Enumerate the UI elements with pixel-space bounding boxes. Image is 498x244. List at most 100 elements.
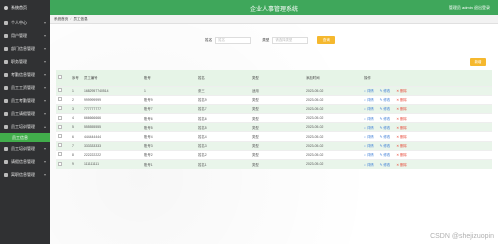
sidebar-item-positions[interactable]: 职务管理 ▾ [0, 55, 50, 68]
row-select [56, 158, 70, 169]
cell-type: 类型 [250, 122, 304, 132]
table-row: 6 444444444 账号4 姓名4 类型 2023-05-02 ⌕ 详情 ✎ 修改 ✕ 删除 [56, 131, 492, 142]
row-checkbox[interactable] [58, 97, 62, 102]
cell-date: 2023-05-02 [304, 149, 362, 160]
edit-button[interactable]: ✎ 修改 [380, 153, 394, 157]
edit-button[interactable]: ✎ 修改 [380, 144, 394, 148]
edit-button[interactable]: ✎ 修改 [380, 126, 394, 130]
cell-type: 类型 [250, 113, 304, 123]
cell-emp-id: 1682957740514 [82, 85, 142, 96]
row-checkbox[interactable] [58, 88, 62, 93]
view-button[interactable]: ⌕ 详情 [364, 135, 377, 139]
sidebar-subitem-employee-info[interactable]: 员工信息 [0, 133, 50, 142]
view-button[interactable]: ⌕ 详情 [364, 98, 377, 102]
sidebar-item-training[interactable]: 员工培训管理 ▾ [0, 142, 50, 155]
sidebar-item-label: 请假信息管理 [11, 158, 35, 164]
table-row: 1 1682957740514 1 张三 适用 2023-05-02 ⌕ 详情 ✎ 修改 ✕ 删… [56, 85, 492, 96]
cell-date: 2023-05-02 [304, 140, 362, 151]
delete-button[interactable]: ✕ 删除 [396, 144, 410, 148]
id-card-icon [4, 124, 8, 129]
cell-name: 张三 [196, 85, 250, 96]
sidebar-item-departments[interactable]: 部门信息管理 ▾ [0, 42, 50, 55]
document-icon [4, 159, 8, 164]
sidebar-home[interactable]: 系统首页 [0, 0, 50, 16]
edit-button[interactable]: ✎ 修改 [380, 107, 394, 111]
view-button[interactable]: ⌕ 详情 [364, 144, 377, 148]
cell-name: 姓名6 [196, 113, 250, 123]
cell-type: 类型 [250, 158, 304, 169]
row-checkbox[interactable] [58, 161, 62, 166]
chevron-down-icon: ▾ [43, 98, 46, 103]
cell-account: 账号6 [142, 113, 196, 123]
row-checkbox[interactable] [58, 134, 62, 139]
view-button[interactable]: ⌕ 详情 [364, 89, 377, 93]
calendar-icon [4, 98, 8, 103]
view-button[interactable]: ⌕ 详情 [364, 117, 377, 121]
row-select [56, 113, 70, 123]
delete-label: 删除 [400, 144, 407, 149]
sidebar-item-salary[interactable]: 员工工资管理 ▾ [0, 81, 50, 94]
sidebar-item-attendance[interactable]: 员工考勤管理 ▾ [0, 94, 50, 107]
edit-button[interactable]: ✎ 修改 [380, 89, 394, 93]
edit-label: 修改 [383, 125, 391, 130]
breadcrumb-home[interactable]: 系统首页 [54, 17, 68, 22]
view-label: 详情 [366, 98, 374, 103]
row-checkbox[interactable] [58, 106, 62, 111]
sidebar-item-attendance-info[interactable]: 考勤信息管理 ▾ [0, 68, 50, 81]
sidebar-item-profile[interactable]: 个人中心 ▾ [0, 16, 50, 29]
cell-type: 类型 [250, 103, 304, 114]
header-actions: 操作 [364, 76, 371, 81]
sidebar-item-leave[interactable]: 员工请假管理 ▾ [0, 107, 50, 120]
header-account: 账号 [144, 76, 151, 81]
edit-label: 修改 [383, 135, 391, 140]
edit-button[interactable]: ✎ 修改 [380, 117, 394, 121]
view-button[interactable]: ⌕ 详情 [364, 153, 377, 157]
sidebar-item-employees[interactable]: 员工培训管理 ▴ [0, 120, 50, 133]
app-title: 企业人事管理系统 [249, 7, 298, 13]
view-button[interactable]: ⌕ 详情 [364, 163, 377, 167]
cell-type: 类型 [250, 131, 304, 142]
row-checkbox[interactable] [58, 115, 62, 120]
sidebar-item-label: 离职信息管理 [11, 171, 35, 177]
search-button[interactable]: 查询 [317, 36, 336, 44]
edit-button[interactable]: ✎ 修改 [380, 163, 394, 167]
delete-button[interactable]: ✕ 删除 [396, 135, 410, 139]
cell-date: 2023-05-02 [304, 122, 362, 132]
table-row: 8 222222222 账号2 姓名2 类型 2023-05-02 ⌕ 详情 ✎ 修改 ✕ 删除 [56, 149, 492, 160]
user-info[interactable]: 管理员 admin 退出登录 [449, 5, 490, 11]
row-checkbox[interactable] [58, 143, 62, 148]
delete-button[interactable]: ✕ 删除 [396, 126, 410, 130]
delete-button[interactable]: ✕ 删除 [396, 117, 410, 121]
type-label: 类型 [262, 37, 270, 42]
delete-button[interactable]: ✕ 删除 [396, 163, 410, 167]
select-all-checkbox[interactable] [58, 75, 62, 80]
table-row: 7 333333333 账号3 姓名3 类型 2023-05-02 ⌕ 详情 ✎ 修改 ✕ 删除 [56, 140, 492, 151]
edit-button[interactable]: ✎ 修改 [380, 135, 394, 139]
cell-emp-id: 111111111 [82, 158, 142, 169]
chevron-up-icon: ▴ [43, 124, 46, 129]
type-select[interactable]: 请选择类型 [272, 36, 309, 44]
name-input[interactable]: 姓名 [215, 36, 252, 44]
sidebar-item-label: 员工培训管理 [11, 123, 35, 129]
delete-button[interactable]: ✕ 删除 [396, 153, 410, 157]
cell-type: 类型 [250, 149, 304, 160]
delete-button[interactable]: ✕ 删除 [396, 107, 410, 111]
chevron-down-icon: ▾ [43, 46, 46, 51]
edit-button[interactable]: ✎ 修改 [380, 98, 394, 102]
sidebar-item-users[interactable]: 用户管理 ▾ [0, 29, 50, 42]
sidebar-item-label: 用户管理 [11, 32, 27, 38]
delete-button[interactable]: ✕ 删除 [396, 89, 410, 93]
header-select [56, 70, 70, 86]
sidebar-item-leave-info[interactable]: 请假信息管理 ▾ [0, 155, 50, 168]
cell-index: 7 [70, 140, 82, 151]
cell-actions: ⌕ 详情 ✎ 修改 ✕ 删除 [362, 122, 492, 132]
row-checkbox[interactable] [58, 124, 62, 129]
cell-date: 2023-05-02 [304, 94, 362, 105]
row-checkbox[interactable] [58, 152, 62, 157]
view-button[interactable]: ⌕ 详情 [364, 126, 377, 130]
sidebar-item-resignation[interactable]: 离职信息管理 ▾ [0, 168, 50, 181]
cell-name: 姓名9 [196, 94, 250, 105]
view-button[interactable]: ⌕ 详情 [364, 107, 377, 111]
add-button[interactable]: 新增 [470, 58, 486, 66]
delete-button[interactable]: ✕ 删除 [396, 98, 410, 102]
